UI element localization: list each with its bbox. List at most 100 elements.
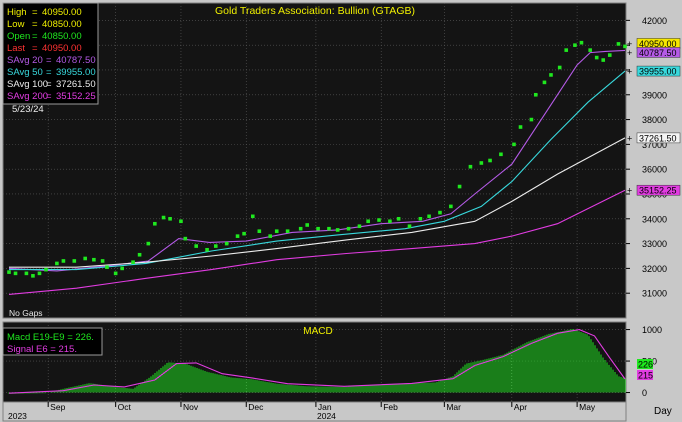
price-point xyxy=(120,266,124,271)
price-point xyxy=(407,224,412,229)
legend-high-label: High xyxy=(7,7,27,18)
macd-legend: Macd E19-E9 = 226. Signal E6 = 215. xyxy=(2,327,103,356)
svg-text:=: = xyxy=(46,67,52,78)
price-point xyxy=(285,229,290,233)
price-point xyxy=(242,231,246,236)
price-point xyxy=(44,267,48,272)
price-point xyxy=(183,236,188,241)
price-point xyxy=(418,216,423,221)
price-point xyxy=(557,65,562,70)
price-point xyxy=(268,234,273,238)
price-point xyxy=(250,214,255,219)
price-point xyxy=(72,259,77,263)
price-y-axis: 3100032000330003400035000360003700038000… xyxy=(626,16,667,299)
legend-open-label: Open xyxy=(7,31,30,42)
price-point xyxy=(607,53,612,57)
legend-last-value: 40950.00 xyxy=(42,43,82,54)
macd-y-tick-label: 1000 xyxy=(642,325,662,335)
legend-savg20-value: 40787.50 xyxy=(56,55,96,66)
price-point xyxy=(468,164,473,169)
price-y-tick-label: 32000 xyxy=(642,264,667,274)
price-point xyxy=(13,271,18,276)
legend-savg100-value: 37261.50 xyxy=(56,79,96,90)
price-point xyxy=(499,152,503,157)
svg-text:=: = xyxy=(46,79,52,90)
price-point xyxy=(357,224,362,229)
price-point xyxy=(518,125,523,129)
price-point xyxy=(579,40,584,45)
legend-low-label: Low xyxy=(7,19,25,30)
legend-date: 5/23/24 xyxy=(12,104,44,115)
price-point xyxy=(316,226,320,231)
savg100-badge-text: 37261.50 xyxy=(639,133,677,143)
chart-title: Gold Traders Association: Bullion (GTAGB… xyxy=(215,5,415,17)
legend-savg50-value: 39955.00 xyxy=(56,67,96,78)
price-y-tick-label: 36000 xyxy=(642,165,667,175)
price-point xyxy=(37,271,42,276)
price-y-tick-label: 33000 xyxy=(642,239,667,249)
price-point xyxy=(179,219,183,224)
savg50-badge-text: 39955.00 xyxy=(639,67,677,77)
price-point xyxy=(594,55,599,60)
x-axis-month-label: May xyxy=(579,402,596,412)
svg-text:=: = xyxy=(46,55,52,66)
price-point xyxy=(616,42,621,46)
price-point xyxy=(377,218,381,222)
price-point xyxy=(131,260,135,264)
price-point xyxy=(105,265,109,269)
price-point xyxy=(479,161,484,165)
svg-text:=: = xyxy=(32,31,38,42)
savg20-badge-text: 40787.50 xyxy=(639,48,677,58)
price-point xyxy=(366,219,370,224)
price-point xyxy=(257,229,262,233)
legend-last-label: Last xyxy=(7,43,25,54)
x-axis-year-2024: 2024 xyxy=(317,411,336,421)
price-point xyxy=(427,214,431,219)
price-point xyxy=(438,210,442,215)
x-axis-month-label: Feb xyxy=(383,402,398,412)
legend-savg100-label: SAvg 100 xyxy=(7,79,48,90)
price-point xyxy=(388,219,392,224)
price-point xyxy=(31,274,35,278)
price-y-tick-label: 31000 xyxy=(642,289,667,299)
price-point xyxy=(549,73,553,77)
signal-badge-text: 215 xyxy=(638,371,653,381)
price-point xyxy=(153,221,157,226)
x-axis-month-label: Apr xyxy=(514,402,527,412)
savg200-badge-text: 35152.25 xyxy=(639,186,677,196)
price-point xyxy=(533,92,538,97)
x-axis-month-label: Oct xyxy=(118,402,132,412)
price-point xyxy=(298,226,303,231)
macd-legend-signal: Signal E6 = 215. xyxy=(7,344,77,355)
period-label[interactable]: Day xyxy=(654,406,672,417)
no-gaps-label: No Gaps xyxy=(9,308,43,318)
price-legend: High = 40950.00 Low = 40850.00 Open = 40… xyxy=(2,2,99,105)
price-point xyxy=(327,226,331,231)
price-y-tick-label: 34000 xyxy=(642,214,667,224)
legend-savg50-label: SAvg 50 xyxy=(7,67,43,78)
x-axis-strip xyxy=(2,401,627,422)
svg-text:=: = xyxy=(46,91,52,102)
legend-high-value: 40950.00 xyxy=(42,7,82,18)
macd-title: MACD xyxy=(303,326,332,337)
price-y-tick-label: 42000 xyxy=(642,16,667,26)
savg200-badge-marker: + xyxy=(627,186,632,196)
price-point xyxy=(194,244,198,248)
legend-savg20-label: SAvg 20 xyxy=(7,55,43,66)
price-point xyxy=(113,271,118,276)
price-point xyxy=(205,247,209,252)
price-point xyxy=(601,58,606,62)
price-point xyxy=(7,270,11,274)
savg100-badge-marker: + xyxy=(627,133,632,143)
price-point xyxy=(55,261,59,266)
price-point xyxy=(488,158,492,163)
svg-text:=: = xyxy=(32,19,38,30)
chart-canvas: 3100032000330003400035000360003700038000… xyxy=(2,2,681,422)
price-point xyxy=(529,117,534,122)
chart-window: 3100032000330003400035000360003700038000… xyxy=(0,0,682,422)
macd-y-tick-label: 0 xyxy=(642,388,647,398)
macd-badge-text: 226 xyxy=(638,360,653,370)
price-point xyxy=(305,223,310,227)
x-axis-month-label: Sep xyxy=(50,402,65,412)
price-point xyxy=(92,257,96,262)
